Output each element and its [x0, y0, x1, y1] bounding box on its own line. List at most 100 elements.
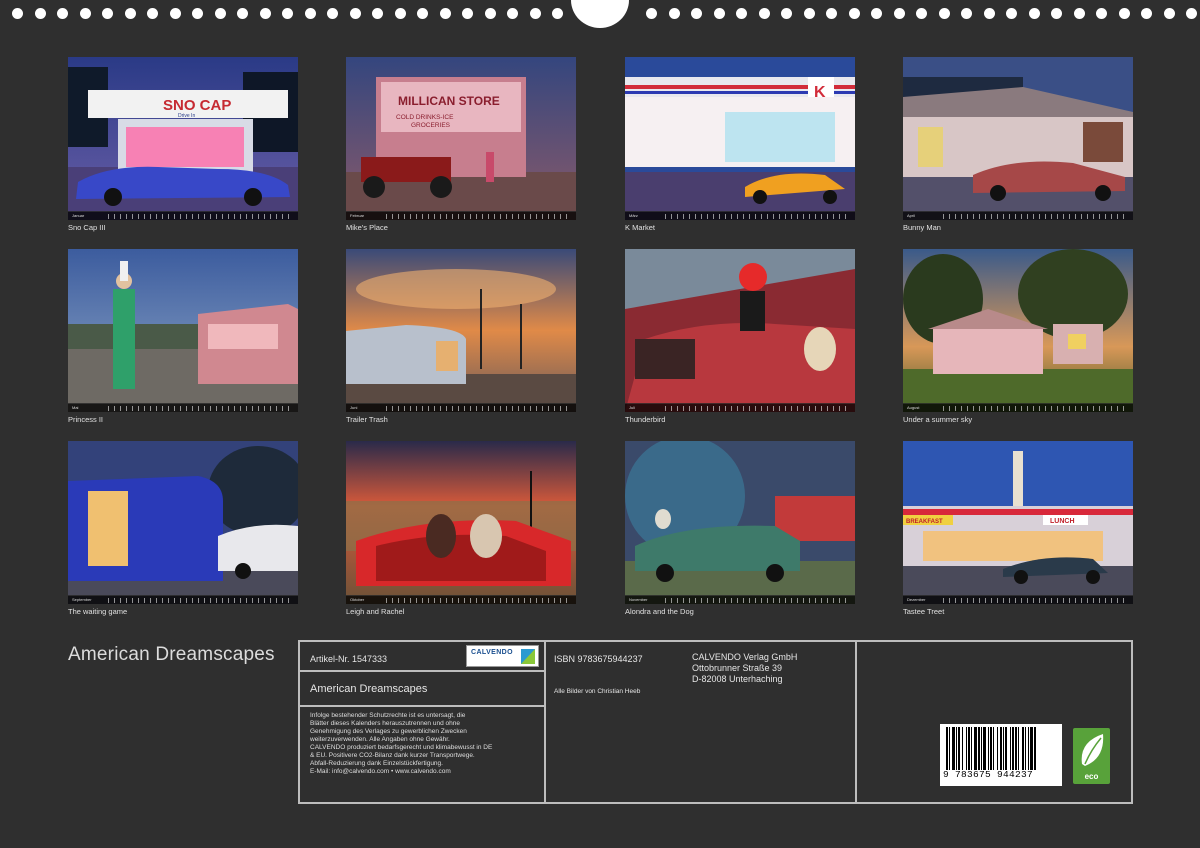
photo-tile-princess[interactable]: Mai Princess II — [68, 249, 298, 424]
photo-caption: K Market — [625, 223, 656, 232]
binding-hole — [668, 8, 680, 19]
binding-hole — [1141, 8, 1152, 19]
svg-text:COLD DRINKS-ICE: COLD DRINKS-ICE — [396, 114, 454, 121]
binding-hole — [691, 8, 702, 19]
binding-hole — [214, 8, 226, 19]
bunny-man-image — [903, 57, 1133, 220]
photo-caption: Tastee Treet — [903, 607, 945, 616]
binding-hole — [758, 8, 770, 19]
svg-text:SNO CAP: SNO CAP — [163, 97, 231, 114]
alondra-dog-image — [625, 441, 855, 604]
binding-hole — [304, 8, 316, 19]
binding-hole — [938, 8, 950, 19]
svg-text:MILLICAN STORE: MILLICAN STORE — [398, 94, 500, 108]
photographer-credit: Alle Bilder von Christian Heeb — [554, 688, 641, 695]
binding-hole — [484, 8, 496, 19]
photo-caption: Princess II — [68, 415, 104, 424]
photo-tile-thunderbird[interactable]: Juli Thunderbird — [625, 249, 855, 424]
thunderbird-image — [625, 249, 855, 412]
binding-hole — [12, 8, 23, 19]
photo-tile-summer-sky[interactable]: August Under a summer sky — [903, 249, 1133, 424]
binding-hole — [1163, 8, 1175, 19]
photo-thumbnail: September — [68, 441, 298, 604]
photo-caption: Under a summer sky — [903, 415, 973, 424]
article-number: Artikel-Nr. 1547333 — [310, 654, 388, 664]
binding-hole — [803, 8, 815, 19]
box-title: American Dreamscapes — [310, 683, 428, 695]
binding-hole — [916, 8, 927, 19]
binding-hole — [713, 8, 725, 19]
info-box: Artikel-Nr. 1547333 CALVENDO American Dr… — [298, 640, 1133, 804]
photo-thumbnail: MILLICAN STORE COLD DRINKS-ICE GROCERIES… — [346, 57, 576, 220]
binding-hole — [372, 8, 383, 19]
waiting-game-image — [68, 441, 298, 604]
photo-tile-trailer-trash[interactable]: Juni Trailer Trash — [346, 249, 576, 424]
binding-hole — [124, 8, 136, 19]
binding-hole — [1073, 8, 1085, 19]
calvendo-logo: CALVENDO — [466, 645, 539, 667]
isbn: ISBN 9783675944237 — [554, 654, 643, 664]
svg-text:GROCERIES: GROCERIES — [411, 122, 451, 129]
photo-tile-sno-cap[interactable]: SNO CAP Drive In Januar Sno Cap III — [68, 57, 298, 232]
binding-hole — [169, 8, 181, 19]
binding-hole — [79, 8, 91, 19]
k-market-image: K — [625, 57, 855, 220]
binding-hole — [34, 8, 46, 19]
binding-hole — [507, 8, 518, 19]
binding-holes — [0, 0, 1200, 30]
binding-hole — [1028, 8, 1040, 19]
svg-text:LUNCH: LUNCH — [1050, 518, 1075, 525]
publisher-address: CALVENDO Verlag GmbH Ottobrunner Straße … — [692, 652, 798, 684]
binding-hole — [462, 8, 473, 19]
svg-text:BREAKFAST: BREAKFAST — [906, 519, 943, 525]
photo-caption: Mike's Place — [346, 223, 388, 232]
tastee-treet-image: BREAKFAST LUNCH — [903, 441, 1133, 604]
binding-hole — [349, 8, 361, 19]
binding-hole — [529, 8, 541, 19]
binding-hole — [1118, 8, 1130, 19]
binding-hole — [394, 8, 406, 19]
photo-thumbnail: Juni — [346, 249, 576, 412]
binding-hole — [1051, 8, 1062, 19]
photo-tile-alondra-dog[interactable]: November Alondra and the Dog — [625, 441, 855, 616]
photo-tile-tastee-treet[interactable]: BREAKFAST LUNCH Dezember Tastee Treet — [903, 441, 1133, 616]
photo-tile-k-market[interactable]: K März K Market — [625, 57, 855, 232]
millican-store-image: MILLICAN STORE COLD DRINKS-ICE GROCERIES — [346, 57, 576, 220]
calendar-hanger-cutout — [571, 0, 629, 28]
eco-badge: eco — [1073, 728, 1110, 784]
binding-hole — [848, 8, 860, 19]
binding-hole — [983, 8, 995, 19]
legal-notice: Infolge bestehender Schutzrechte ist es … — [310, 712, 493, 775]
photo-tile-bunny-man[interactable]: April Bunny Man — [903, 57, 1133, 232]
svg-text:Drive In: Drive In — [178, 113, 195, 119]
photo-thumbnail: November — [625, 441, 855, 604]
binding-hole — [192, 8, 203, 19]
photo-thumbnail: BREAKFAST LUNCH Dezember — [903, 441, 1133, 604]
binding-hole — [736, 8, 747, 19]
photo-tile-leigh-rachel[interactable]: Oktober Leigh and Rachel — [346, 441, 576, 616]
calvendo-logo-icon — [521, 649, 535, 664]
photo-caption: Thunderbird — [625, 415, 666, 424]
photo-caption: The waiting game — [68, 607, 128, 616]
binding-hole — [1096, 8, 1107, 19]
binding-hole — [871, 8, 882, 19]
photo-tile-millican-store[interactable]: MILLICAN STORE COLD DRINKS-ICE GROCERIES… — [346, 57, 576, 232]
binding-hole — [893, 8, 905, 19]
calendar-title: American Dreamscapes — [68, 644, 275, 665]
photo-thumbnail: August — [903, 249, 1133, 412]
sno-cap-image: SNO CAP Drive In — [68, 57, 298, 220]
barcode-bars — [946, 727, 1036, 770]
binding-hole — [147, 8, 158, 19]
binding-hole — [826, 8, 837, 19]
binding-hole — [961, 8, 972, 19]
photo-tile-waiting-game[interactable]: September The waiting game — [68, 441, 298, 616]
isbn-barcode: 9 783675 944237 — [940, 724, 1062, 786]
binding-hole — [259, 8, 271, 19]
binding-hole — [417, 8, 428, 19]
princess-image — [68, 249, 298, 412]
binding-hole — [646, 8, 657, 19]
photo-thumbnail: Oktober — [346, 441, 576, 604]
binding-hole — [102, 8, 113, 19]
photo-thumbnail: Mai — [68, 249, 298, 412]
photo-caption: Bunny Man — [903, 223, 941, 232]
